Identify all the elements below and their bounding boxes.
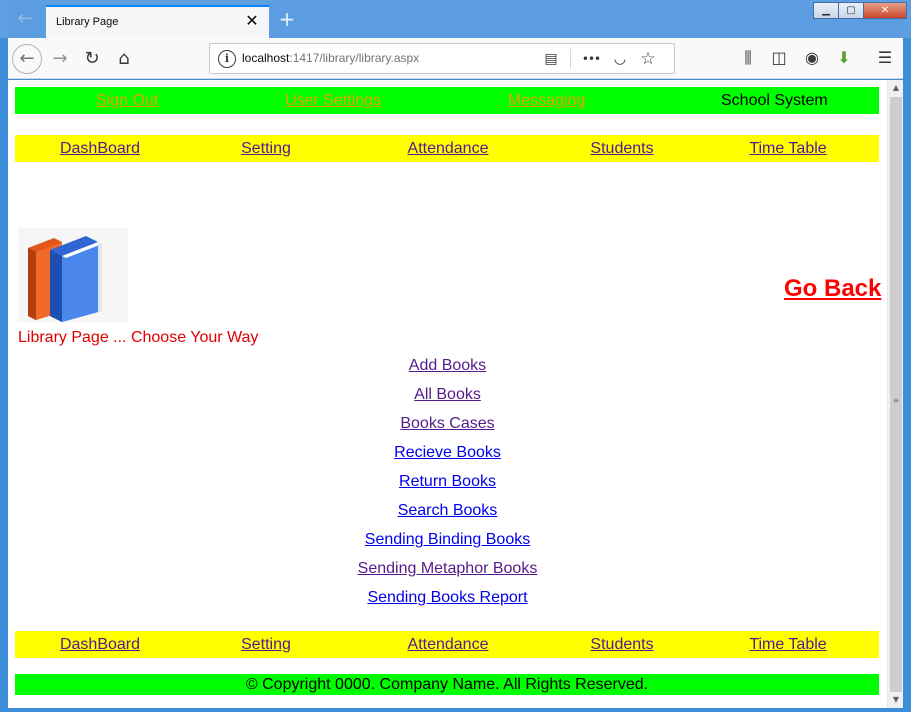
- scrollbar-grip-icon: ≡: [892, 396, 900, 405]
- sign-out-link[interactable]: Sign Out: [96, 92, 158, 110]
- browser-window: ← Library Page ✕ + ▁ ▢ ✕ ← → ↻ ⌂ i local…: [0, 0, 911, 712]
- tab-close-icon[interactable]: ✕: [243, 12, 261, 30]
- sidebar-icon[interactable]: ◫: [766, 45, 792, 71]
- page-actions-icon[interactable]: •••: [580, 49, 602, 69]
- close-window-button[interactable]: ✕: [863, 2, 907, 19]
- new-tab-button[interactable]: +: [276, 8, 298, 30]
- menu-time-table-link[interactable]: Time Table: [728, 140, 848, 158]
- account-icon[interactable]: ◉: [799, 45, 825, 71]
- main-menu-bar: DashBoard Setting Attendance Students Ti…: [15, 135, 879, 162]
- url-host: localhost: [242, 51, 290, 65]
- page-viewport: Sign Out User Settings Messaging School …: [8, 80, 887, 708]
- scrollbar-thumb[interactable]: ≡: [890, 97, 902, 692]
- footer-attendance-link[interactable]: Attendance: [388, 636, 508, 654]
- footer-menu-bar: DashBoard Setting Attendance Students Ti…: [15, 631, 879, 658]
- window-menu-icon[interactable]: ←: [12, 6, 38, 32]
- scroll-up-arrow-icon[interactable]: ▲: [888, 80, 904, 96]
- footer-dashboard-link[interactable]: DashBoard: [40, 636, 160, 654]
- menu-setting-link[interactable]: Setting: [206, 140, 326, 158]
- footer-time-table-link[interactable]: Time Table: [728, 636, 848, 654]
- user-settings-link[interactable]: User Settings: [285, 92, 381, 110]
- go-back-link[interactable]: Go Back: [784, 275, 881, 303]
- sending-metaphor-books-link[interactable]: Sending Metaphor Books: [8, 559, 887, 588]
- vertical-scrollbar[interactable]: ▲ ≡ ▼: [887, 80, 903, 708]
- footer-students-link[interactable]: Students: [562, 636, 682, 654]
- url-bar-separator: [570, 49, 571, 69]
- site-info-icon[interactable]: i: [218, 50, 236, 68]
- sending-books-report-link[interactable]: Sending Books Report: [8, 588, 887, 617]
- all-books-link[interactable]: All Books: [8, 385, 887, 414]
- messaging-link[interactable]: Messaging: [508, 92, 585, 110]
- minimize-button[interactable]: ▁: [813, 2, 839, 19]
- library-books-image: [18, 228, 128, 322]
- add-books-link[interactable]: Add Books: [8, 356, 887, 385]
- brand-title: School System: [721, 92, 828, 109]
- url-text[interactable]: localhost:1417/library/library.aspx: [242, 51, 419, 65]
- recieve-books-link[interactable]: Recieve Books: [8, 443, 887, 472]
- reader-mode-icon[interactable]: ▤: [540, 49, 562, 69]
- back-button[interactable]: ←: [12, 44, 42, 74]
- pocket-icon[interactable]: ◡: [609, 49, 631, 69]
- copyright-footer: © Copyright 0000. Company Name. All Righ…: [15, 674, 879, 695]
- top-nav-bar: Sign Out User Settings Messaging School …: [15, 87, 879, 114]
- tab-title: Library Page: [56, 16, 119, 28]
- url-path: :1417/library/library.aspx: [289, 51, 420, 65]
- sending-binding-books-link[interactable]: Sending Binding Books: [8, 530, 887, 559]
- search-books-link[interactable]: Search Books: [8, 501, 887, 530]
- maximize-button[interactable]: ▢: [838, 2, 864, 19]
- url-bar[interactable]: i localhost:1417/library/library.aspx ▤ …: [209, 43, 675, 74]
- download-icon[interactable]: ⬇: [831, 45, 857, 71]
- library-caption: Library Page ... Choose Your Way: [18, 329, 259, 346]
- footer-setting-link[interactable]: Setting: [206, 636, 326, 654]
- menu-attendance-link[interactable]: Attendance: [388, 140, 508, 158]
- library-icon[interactable]: ⫼: [735, 45, 761, 71]
- library-link-list: Add Books All Books Books Cases Recieve …: [8, 356, 887, 617]
- return-books-link[interactable]: Return Books: [8, 472, 887, 501]
- home-button[interactable]: ⌂: [110, 45, 138, 73]
- bookmark-star-icon[interactable]: ☆: [637, 49, 659, 69]
- scroll-down-arrow-icon[interactable]: ▼: [888, 692, 904, 708]
- forward-button[interactable]: →: [46, 45, 74, 73]
- books-cases-link[interactable]: Books Cases: [8, 414, 887, 443]
- navigation-toolbar: ← → ↻ ⌂ i localhost:1417/library/library…: [8, 38, 903, 79]
- menu-students-link[interactable]: Students: [562, 140, 682, 158]
- reload-button[interactable]: ↻: [78, 45, 106, 73]
- menu-icon[interactable]: ☰: [872, 45, 898, 71]
- window-controls: ▁ ▢ ✕: [813, 2, 907, 20]
- menu-dashboard-link[interactable]: DashBoard: [40, 140, 160, 158]
- browser-tab-active[interactable]: Library Page ✕: [46, 5, 269, 38]
